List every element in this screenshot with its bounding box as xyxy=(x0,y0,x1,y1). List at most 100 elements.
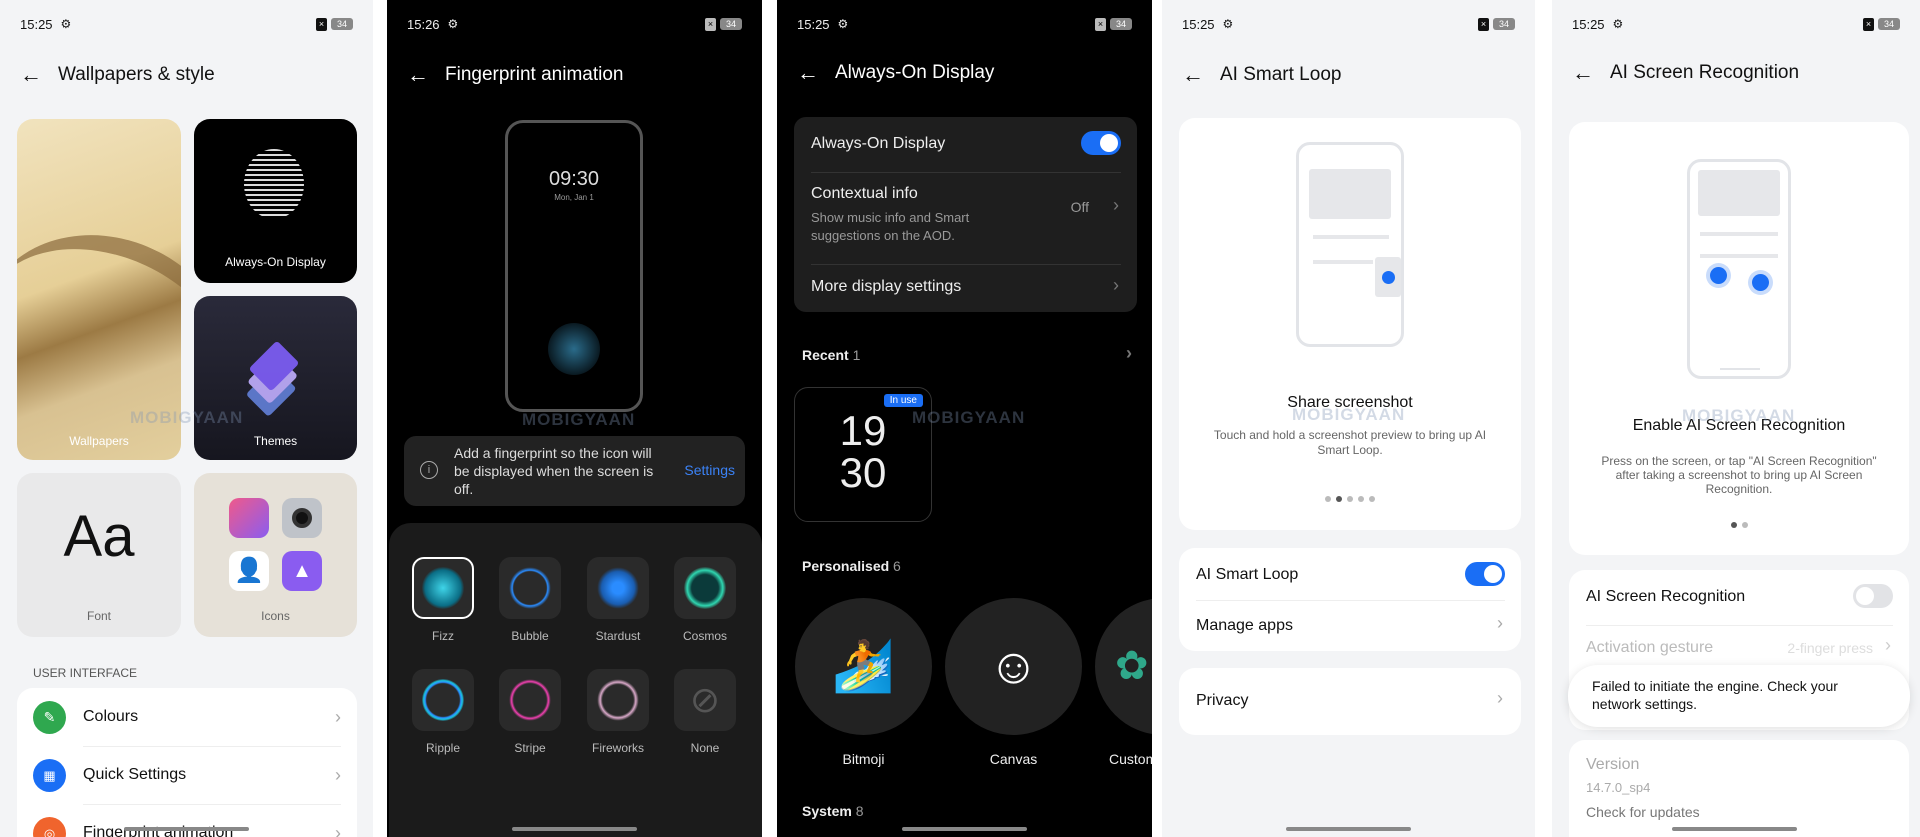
back-arrow-icon[interactable]: ← xyxy=(797,60,835,86)
face-outline-icon: ☺ xyxy=(987,638,1040,694)
sim-icon: × xyxy=(316,17,327,31)
privacy-row[interactable]: Privacy › xyxy=(1179,668,1521,735)
contextual-info-row[interactable]: Contextual info Show music info and Smar… xyxy=(794,173,1137,243)
animation-option-bubble[interactable] xyxy=(499,557,561,619)
activation-gesture-label: Activation gesture xyxy=(1586,639,1714,656)
gear-icon: ⚙ xyxy=(1222,17,1234,31)
version-value: 14.7.0_sp4 xyxy=(1586,780,1651,795)
toast-message: Failed to initiate the engine. Check you… xyxy=(1568,665,1910,727)
aod-tile[interactable]: Always-On Display xyxy=(194,119,357,283)
toggle-label: AI Screen Recognition xyxy=(1586,588,1746,605)
home-indicator[interactable] xyxy=(1672,827,1797,831)
intro-card: Share screenshot Touch and hold a screen… xyxy=(1179,118,1521,530)
page-dot[interactable] xyxy=(1358,496,1364,502)
manage-apps-row[interactable]: Manage apps › xyxy=(1179,601,1521,651)
face-label: Canvas xyxy=(989,751,1038,767)
page-dot[interactable] xyxy=(1369,496,1375,502)
face-bitmoji[interactable]: 🏄 xyxy=(795,598,932,735)
aod-toggle[interactable] xyxy=(1081,131,1121,155)
page-title: AI Smart Loop xyxy=(1220,64,1342,85)
animation-preview-icon xyxy=(597,567,639,609)
back-arrow-icon[interactable]: ← xyxy=(407,62,445,88)
check-updates-link[interactable]: Check for updates xyxy=(1586,804,1700,820)
touch-dot-icon xyxy=(1752,274,1769,291)
back-arrow-icon[interactable]: ← xyxy=(1182,62,1220,88)
animation-option-stardust[interactable] xyxy=(587,557,649,619)
animation-label: Fizz xyxy=(432,629,454,643)
page-dot[interactable] xyxy=(1741,522,1748,528)
recent-header[interactable]: Recent 1 › xyxy=(802,343,1132,363)
ai-screen-recognition-screen: 15:25 ⚙ × 34 ← AI Screen Recognition Enable … xyxy=(1552,0,1920,837)
flower-icon: ✿ xyxy=(1115,644,1149,688)
status-bar: 15:26 ⚙ × 34 xyxy=(407,16,742,32)
sim-icon: × xyxy=(1478,17,1489,31)
page-indicator[interactable] xyxy=(1569,522,1909,528)
list-item-quick-settings[interactable]: ▦ Quick Settings › xyxy=(17,746,357,804)
face-canvas[interactable]: ☺ xyxy=(945,598,1082,735)
camera-icon xyxy=(282,498,322,538)
layers-icon xyxy=(248,340,300,392)
ai-screen-recognition-toggle[interactable] xyxy=(1853,584,1893,608)
list-item-fingerprint-animation[interactable]: ◎ Fingerprint animation› xyxy=(17,804,357,837)
status-bar: 15:25 ⚙ × 34 xyxy=(797,16,1132,32)
ai-smart-loop-toggle[interactable] xyxy=(1465,562,1505,586)
watermark: MOBIGYAAN xyxy=(912,408,1026,427)
animation-option-ripple[interactable] xyxy=(412,669,474,731)
animation-option-cosmos[interactable] xyxy=(674,557,736,619)
quick-settings-icon: ▦ xyxy=(33,758,66,792)
animation-option-none[interactable]: ⊘ xyxy=(674,669,736,731)
animation-preview-icon xyxy=(422,567,464,609)
gear-icon: ⚙ xyxy=(1612,17,1624,31)
face-label: Custom xyxy=(1109,751,1152,767)
home-indicator[interactable] xyxy=(1286,827,1411,831)
toast-text: Failed to initiate the engine. Check you… xyxy=(1592,678,1838,712)
face-hour: 19 xyxy=(839,407,887,454)
gear-icon: ⚙ xyxy=(60,17,72,31)
animation-label: Ripple xyxy=(425,741,461,755)
toggle-label: AI Smart Loop xyxy=(1196,566,1299,583)
touch-dot-icon xyxy=(1382,271,1395,284)
animation-label: Bubble xyxy=(511,629,549,643)
bitmoji-avatar-icon: 🏄 xyxy=(832,638,895,694)
row-title: More display settings xyxy=(811,278,962,295)
animation-option-fizz[interactable] xyxy=(412,557,474,619)
home-indicator[interactable] xyxy=(512,827,637,831)
card-description: Press on the screen, or tap "AI Screen R… xyxy=(1601,454,1877,496)
page-dot[interactable] xyxy=(1347,496,1353,502)
fingerprint-animation-screen: 15:26 ⚙ × 34 ← Fingerprint animation 09:30 M… xyxy=(387,0,762,837)
tile-label: Always-On Display xyxy=(225,255,326,269)
home-indicator[interactable] xyxy=(124,827,249,831)
back-arrow-icon[interactable]: ← xyxy=(1572,60,1610,86)
always-on-display-screen: 15:25 ⚙ × 34 ← Always-On Display Always-On D… xyxy=(777,0,1152,837)
font-tile[interactable]: Aa Font xyxy=(17,473,181,637)
activation-gesture-value: 2-finger press xyxy=(1787,640,1873,656)
page-dot[interactable] xyxy=(1336,496,1342,502)
contacts-icon: 👤 xyxy=(229,551,269,591)
fingerprint-icon xyxy=(548,323,600,375)
section-count: 6 xyxy=(893,558,901,574)
battery-icon: 34 xyxy=(720,18,742,30)
back-arrow-icon[interactable]: ← xyxy=(20,62,58,88)
watermark: MOBIGYAAN xyxy=(1292,405,1406,424)
more-display-settings-row[interactable]: More display settings › xyxy=(794,265,1137,312)
card-description: Touch and hold a screenshot preview to b… xyxy=(1213,428,1487,457)
home-indicator[interactable] xyxy=(902,827,1027,831)
page-dot[interactable] xyxy=(1325,496,1331,502)
themes-tile[interactable]: Themes xyxy=(194,296,357,460)
battery-icon: 34 xyxy=(1878,18,1900,30)
page-dot[interactable] xyxy=(1730,522,1737,528)
row-title: Manage apps xyxy=(1196,617,1293,634)
icons-tile[interactable]: 👤 ▲ Icons xyxy=(194,473,357,637)
settings-link[interactable]: Settings xyxy=(684,462,735,478)
status-time: 15:25 xyxy=(1182,16,1215,32)
info-text: Add a fingerprint so the icon will be di… xyxy=(454,445,654,497)
page-indicator[interactable] xyxy=(1179,496,1521,502)
list-item-colours[interactable]: ✎ Colours › xyxy=(17,688,357,746)
animation-option-stripe[interactable] xyxy=(499,669,561,731)
paint-icon: ✎ xyxy=(33,700,66,734)
animation-option-fireworks[interactable] xyxy=(587,669,649,731)
face-custom[interactable]: ✿ xyxy=(1095,598,1152,735)
status-time: 15:25 xyxy=(797,16,830,32)
preview-clock: 09:30 xyxy=(548,168,600,190)
status-bar: 15:25 ⚙ × 34 xyxy=(20,16,353,32)
